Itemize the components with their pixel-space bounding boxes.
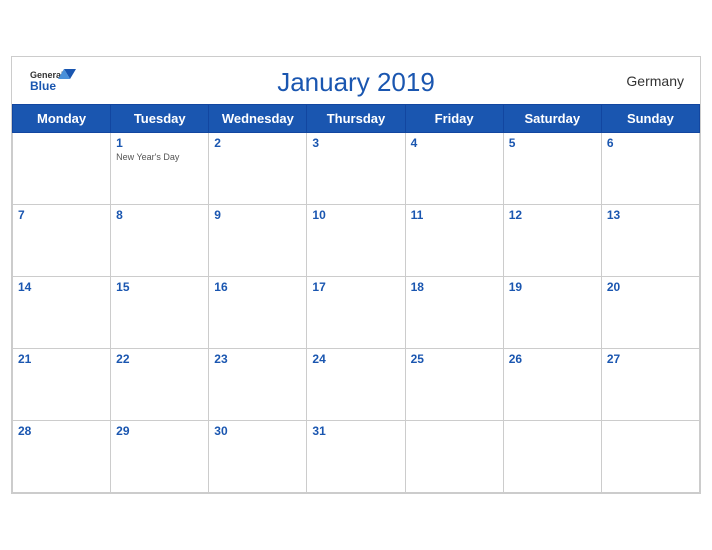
- day-cell: 2: [209, 133, 307, 205]
- day-number: 21: [18, 352, 105, 366]
- calendar-title: January 2019: [277, 67, 435, 98]
- week-row-5: 28 29 30 31: [13, 421, 700, 493]
- day-cell: 25: [405, 349, 503, 421]
- day-cell: 6: [601, 133, 699, 205]
- day-number: 10: [312, 208, 399, 222]
- day-cell: 4: [405, 133, 503, 205]
- day-number: 15: [116, 280, 203, 294]
- day-number: 4: [411, 136, 498, 150]
- day-number: 9: [214, 208, 301, 222]
- day-cell: 3: [307, 133, 405, 205]
- day-cell: 16: [209, 277, 307, 349]
- day-number: 12: [509, 208, 596, 222]
- calendar-table: MondayTuesdayWednesdayThursdayFridaySatu…: [12, 104, 700, 493]
- weekday-header-monday: Monday: [13, 105, 111, 133]
- calendar-container: General Blue January 2019 Germany Monday…: [11, 56, 701, 494]
- day-number: 24: [312, 352, 399, 366]
- day-cell: 11: [405, 205, 503, 277]
- day-number: 2: [214, 136, 301, 150]
- day-number: 23: [214, 352, 301, 366]
- day-number: 1: [116, 136, 203, 150]
- day-cell: 10: [307, 205, 405, 277]
- week-row-4: 21 22 23 24 25 26 27: [13, 349, 700, 421]
- day-cell: [13, 133, 111, 205]
- day-cell: 24: [307, 349, 405, 421]
- day-number: 17: [312, 280, 399, 294]
- day-number: 26: [509, 352, 596, 366]
- day-cell: [405, 421, 503, 493]
- day-cell: [503, 421, 601, 493]
- day-cell: 23: [209, 349, 307, 421]
- country-label: Germany: [626, 73, 684, 89]
- day-cell: 21: [13, 349, 111, 421]
- day-cell: 7: [13, 205, 111, 277]
- weekday-header-wednesday: Wednesday: [209, 105, 307, 133]
- day-number: 14: [18, 280, 105, 294]
- day-number: 6: [607, 136, 694, 150]
- day-number: 20: [607, 280, 694, 294]
- calendar-header: General Blue January 2019 Germany: [12, 57, 700, 104]
- weekday-header-thursday: Thursday: [307, 105, 405, 133]
- day-number: 28: [18, 424, 105, 438]
- day-number: 16: [214, 280, 301, 294]
- day-cell: 26: [503, 349, 601, 421]
- day-number: 7: [18, 208, 105, 222]
- day-cell: 9: [209, 205, 307, 277]
- weekday-header-friday: Friday: [405, 105, 503, 133]
- day-number: 5: [509, 136, 596, 150]
- day-number: 8: [116, 208, 203, 222]
- day-number: 31: [312, 424, 399, 438]
- day-cell: 28: [13, 421, 111, 493]
- week-row-3: 14 15 16 17 18 19 20: [13, 277, 700, 349]
- day-number: 22: [116, 352, 203, 366]
- day-cell: 27: [601, 349, 699, 421]
- day-cell: 12: [503, 205, 601, 277]
- day-number: 30: [214, 424, 301, 438]
- day-number: 27: [607, 352, 694, 366]
- day-cell: 18: [405, 277, 503, 349]
- day-cell: [601, 421, 699, 493]
- weekday-header-tuesday: Tuesday: [111, 105, 209, 133]
- weekday-header-sunday: Sunday: [601, 105, 699, 133]
- day-number: 19: [509, 280, 596, 294]
- day-cell: 8: [111, 205, 209, 277]
- weekday-header-saturday: Saturday: [503, 105, 601, 133]
- day-number: 13: [607, 208, 694, 222]
- day-cell: 5: [503, 133, 601, 205]
- day-cell: 14: [13, 277, 111, 349]
- weekday-header-row: MondayTuesdayWednesdayThursdayFridaySatu…: [13, 105, 700, 133]
- day-cell: 29: [111, 421, 209, 493]
- day-cell: 30: [209, 421, 307, 493]
- day-number: 18: [411, 280, 498, 294]
- week-row-2: 789 10 11 12 13: [13, 205, 700, 277]
- day-cell: 1 New Year's Day: [111, 133, 209, 205]
- day-cell: 13: [601, 205, 699, 277]
- day-cell: 22: [111, 349, 209, 421]
- day-number: 3: [312, 136, 399, 150]
- day-number: 25: [411, 352, 498, 366]
- day-cell: 31: [307, 421, 405, 493]
- holiday-label: New Year's Day: [116, 152, 203, 163]
- day-number: 29: [116, 424, 203, 438]
- day-cell: 19: [503, 277, 601, 349]
- week-row-1: 1 New Year's Day 23456: [13, 133, 700, 205]
- logo: General Blue: [28, 65, 76, 101]
- day-cell: 17: [307, 277, 405, 349]
- day-cell: 15: [111, 277, 209, 349]
- logo-icon: General Blue: [28, 65, 76, 101]
- svg-text:Blue: Blue: [30, 79, 56, 93]
- day-number: 11: [411, 208, 498, 222]
- day-cell: 20: [601, 277, 699, 349]
